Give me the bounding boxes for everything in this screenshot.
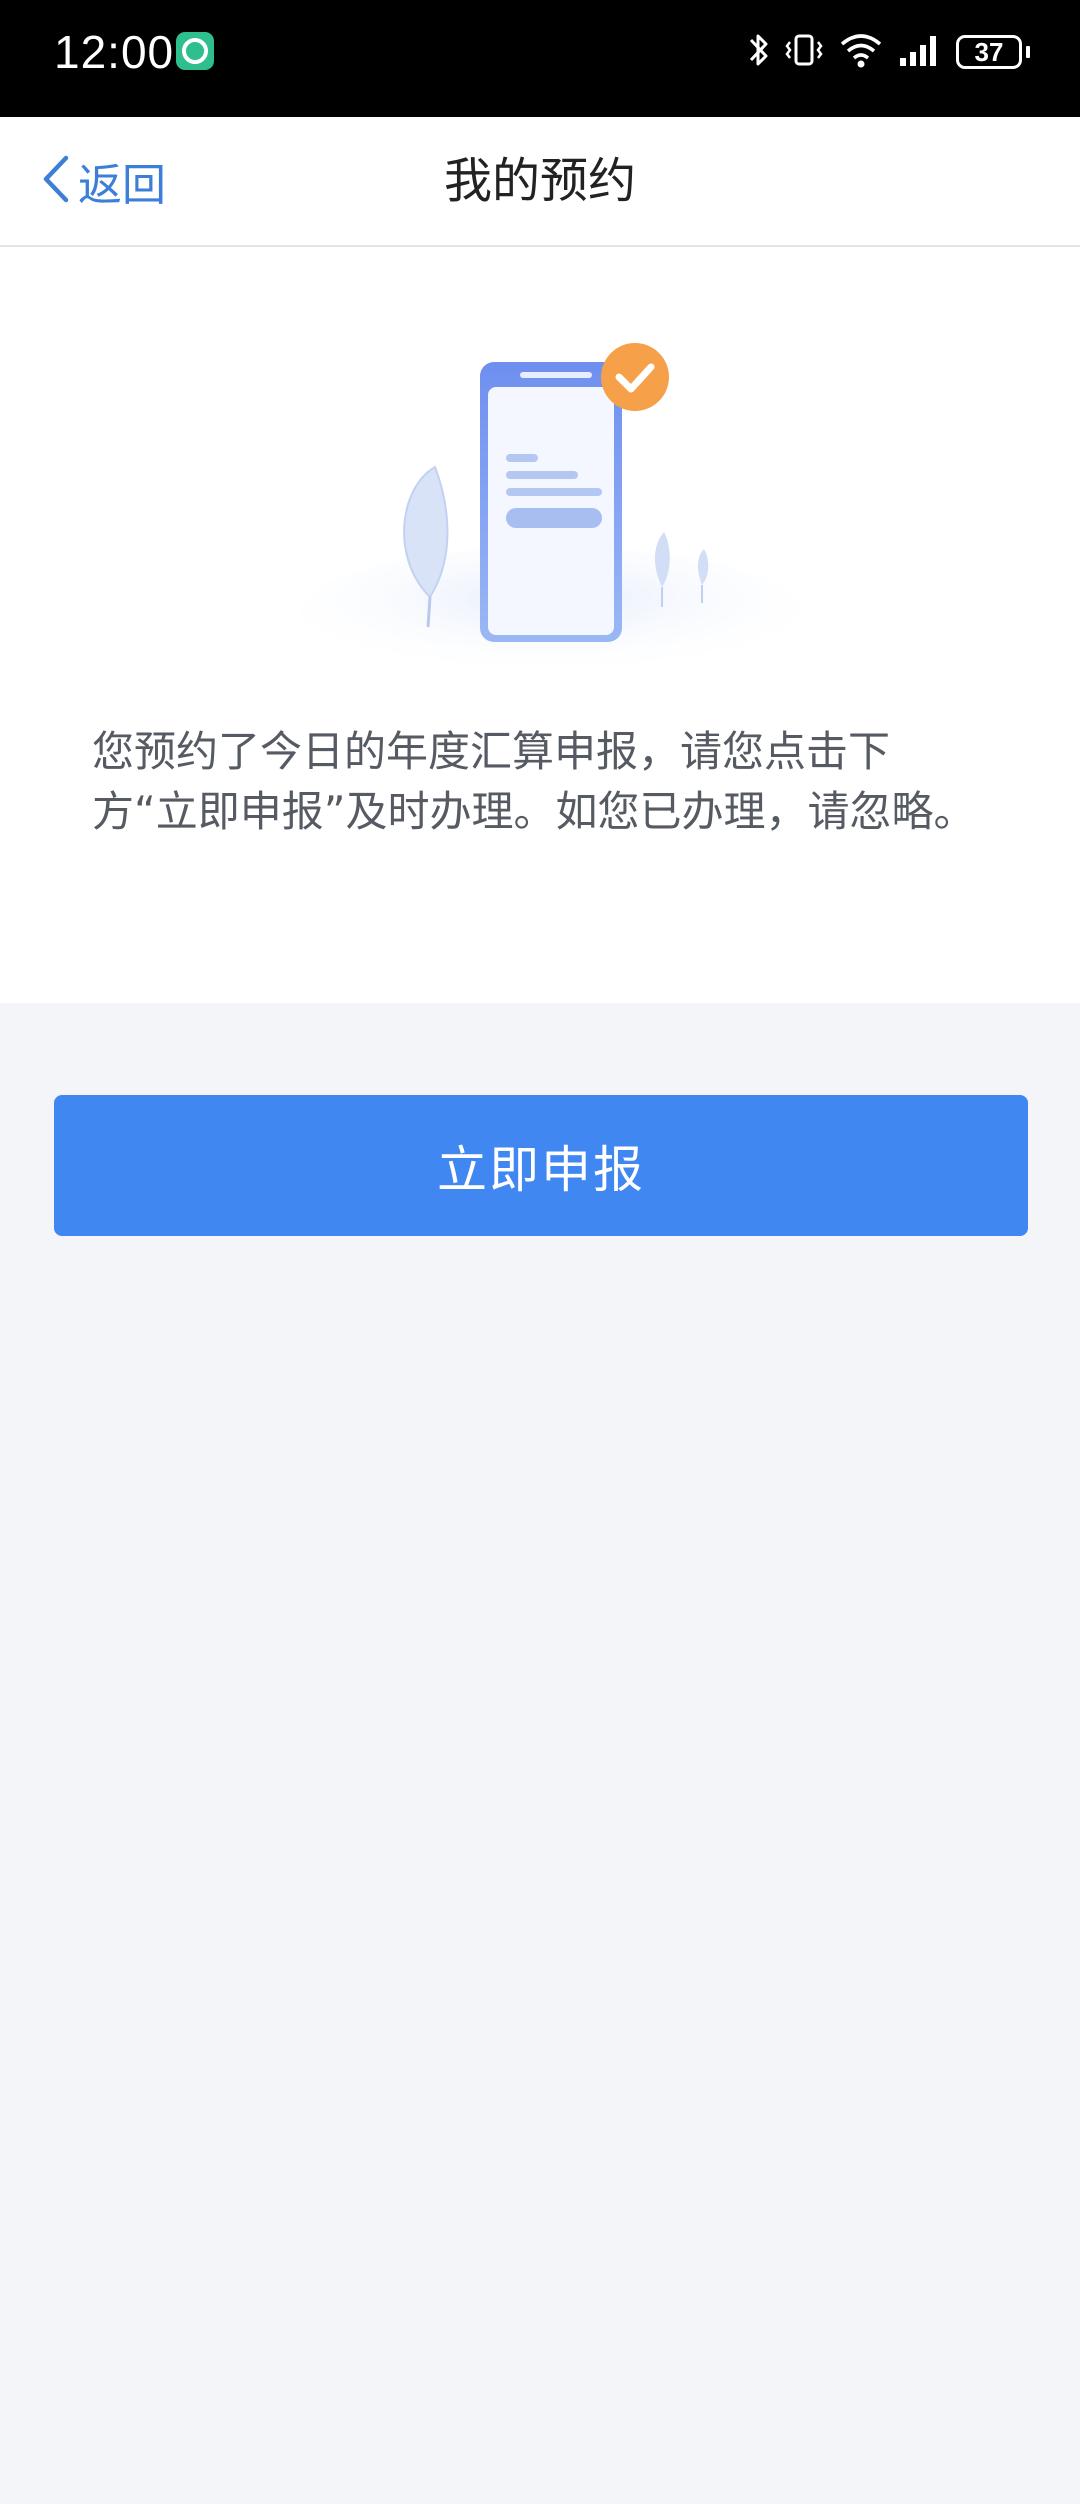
battery-level: 37: [974, 36, 1004, 67]
phone-check-illustration: [280, 327, 820, 677]
battery-tip: [1026, 46, 1030, 58]
status-bar: 12:00 37: [0, 0, 1080, 117]
battery-indicator: 37: [956, 35, 1022, 69]
chevron-left-icon: [40, 152, 74, 210]
wifi-icon: [838, 30, 884, 74]
app-notification-icon: [176, 32, 214, 70]
bluetooth-icon: [748, 30, 770, 74]
vibrate-icon: [784, 30, 824, 74]
appointment-card: 您预约了今日的年度汇算申报，请您点击下方“立即申报”及时办理。如您已办理，请忽略…: [0, 247, 1080, 1003]
back-button[interactable]: 返回: [40, 117, 166, 245]
status-time: 12:00: [54, 26, 175, 78]
cell-signal-icon: [898, 30, 942, 74]
back-label: 返回: [78, 160, 166, 211]
notice-text: 您预约了今日的年度汇算申报，请您点击下方“立即申报”及时办理。如您已办理，请忽略…: [92, 727, 976, 836]
nav-bar: 我的预约 返回: [0, 117, 1080, 247]
status-icons: 37: [748, 28, 1030, 76]
declare-now-button[interactable]: 立即申报: [54, 1095, 1028, 1236]
